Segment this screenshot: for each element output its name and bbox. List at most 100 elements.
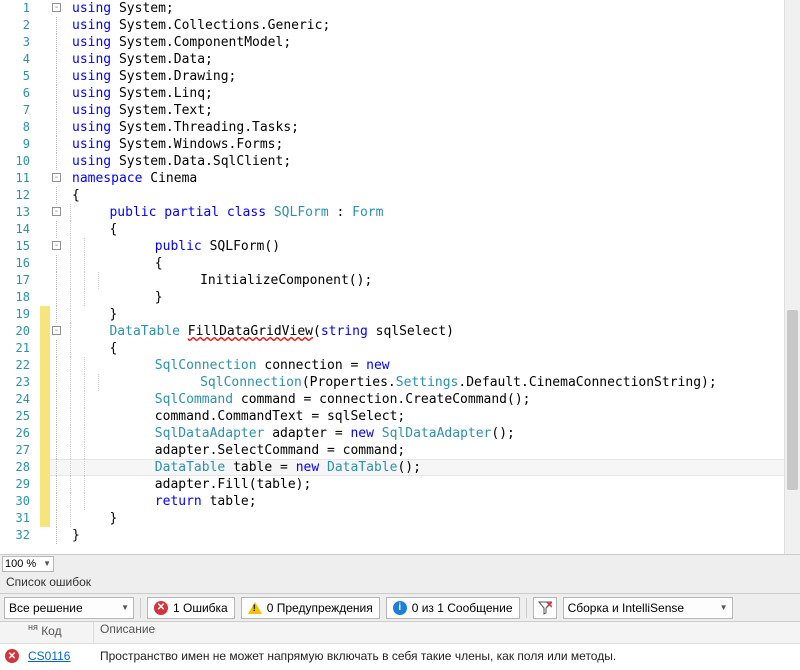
code-line[interactable]: 26 SqlDataAdapter adapter = new SqlDataA…: [0, 425, 800, 442]
code-text[interactable]: }: [84, 306, 800, 323]
code-line[interactable]: 1-using System;: [0, 0, 800, 17]
code-line[interactable]: 6using System.Linq;: [0, 85, 800, 102]
code-text[interactable]: namespace Cinema: [70, 170, 800, 187]
outline-gutter[interactable]: [50, 136, 70, 153]
header-code-col[interactable]: ня Код: [24, 622, 94, 643]
code-line[interactable]: 24 SqlCommand command = connection.Creat…: [0, 391, 800, 408]
error-list-body[interactable]: ✕CS0116Пространство имен не может напрям…: [0, 644, 800, 668]
outline-gutter[interactable]: [50, 51, 70, 68]
outline-gutter[interactable]: -: [50, 238, 70, 255]
outline-gutter[interactable]: [50, 408, 70, 425]
code-text[interactable]: {: [70, 187, 800, 204]
code-text[interactable]: command.CommandText = sqlSelect;: [98, 408, 800, 425]
outline-gutter[interactable]: [50, 119, 70, 136]
code-viewport[interactable]: 1-using System;2using System.Collections…: [0, 0, 800, 554]
outline-gutter[interactable]: [50, 459, 70, 476]
code-text[interactable]: public partial class SQLForm : Form: [84, 204, 800, 221]
filter-warnings-button[interactable]: 0 Предупреждения: [241, 597, 380, 619]
code-line[interactable]: 2using System.Collections.Generic;: [0, 17, 800, 34]
code-line[interactable]: 27 adapter.SelectCommand = command;: [0, 442, 800, 459]
outline-gutter[interactable]: [50, 17, 70, 34]
code-line[interactable]: 12{: [0, 187, 800, 204]
code-text[interactable]: InitializeComponent();: [112, 272, 800, 289]
outline-gutter[interactable]: [50, 85, 70, 102]
outline-gutter[interactable]: [50, 221, 70, 238]
code-text[interactable]: }: [70, 527, 800, 544]
code-line[interactable]: 31 }: [0, 510, 800, 527]
code-text[interactable]: using System;: [70, 0, 800, 17]
outline-gutter[interactable]: [50, 442, 70, 459]
outline-gutter[interactable]: [50, 187, 70, 204]
header-description-col[interactable]: Описание: [94, 622, 800, 643]
code-line[interactable]: 8using System.Threading.Tasks;: [0, 119, 800, 136]
code-line[interactable]: 15- public SQLForm(): [0, 238, 800, 255]
clear-filters-button[interactable]: [533, 597, 557, 619]
outline-gutter[interactable]: [50, 153, 70, 170]
code-line[interactable]: 14 {: [0, 221, 800, 238]
code-text[interactable]: using System.Linq;: [70, 85, 800, 102]
build-filter-dropdown[interactable]: Сборка и IntelliSense ▼: [563, 597, 733, 619]
code-text[interactable]: SqlConnection(Properties.Settings.Defaul…: [112, 374, 800, 391]
code-text[interactable]: return table;: [98, 493, 800, 510]
code-line[interactable]: 11-namespace Cinema: [0, 170, 800, 187]
code-editor[interactable]: 1-using System;2using System.Collections…: [0, 0, 800, 572]
scope-dropdown[interactable]: Все решение ▼: [4, 597, 134, 619]
code-text[interactable]: SqlConnection connection = new: [98, 357, 800, 374]
outline-gutter[interactable]: [50, 34, 70, 51]
code-line[interactable]: 20- DataTable FillDataGridView(string sq…: [0, 323, 800, 340]
code-line[interactable]: 21 {: [0, 340, 800, 357]
outline-gutter[interactable]: [50, 255, 70, 272]
code-text[interactable]: SqlCommand command = connection.CreateCo…: [98, 391, 800, 408]
outline-gutter[interactable]: -: [50, 170, 70, 187]
code-text[interactable]: DataTable FillDataGridView(string sqlSel…: [84, 323, 800, 340]
code-line[interactable]: 10using System.Data.SqlClient;: [0, 153, 800, 170]
code-line[interactable]: 7using System.Text;: [0, 102, 800, 119]
outline-gutter[interactable]: -: [50, 204, 70, 221]
code-line[interactable]: 17 InitializeComponent();: [0, 272, 800, 289]
code-text[interactable]: using System.ComponentModel;: [70, 34, 800, 51]
outline-gutter[interactable]: [50, 68, 70, 85]
outline-gutter[interactable]: [50, 391, 70, 408]
outline-gutter[interactable]: [50, 510, 70, 527]
outline-gutter[interactable]: [50, 476, 70, 493]
outline-gutter[interactable]: [50, 493, 70, 510]
fold-toggle[interactable]: -: [52, 207, 61, 216]
fold-toggle[interactable]: -: [52, 241, 61, 250]
code-text[interactable]: {: [84, 340, 800, 357]
vertical-scrollbar[interactable]: [784, 0, 800, 554]
zoom-dropdown[interactable]: 100 % ▼: [2, 556, 54, 572]
code-line[interactable]: 5using System.Drawing;: [0, 68, 800, 85]
code-line[interactable]: 19 }: [0, 306, 800, 323]
code-text[interactable]: public SQLForm(): [98, 238, 800, 255]
code-line[interactable]: 4using System.Data;: [0, 51, 800, 68]
code-line[interactable]: 30 return table;: [0, 493, 800, 510]
code-line[interactable]: 23 SqlConnection(Properties.Settings.Def…: [0, 374, 800, 391]
code-text[interactable]: adapter.SelectCommand = command;: [98, 442, 800, 459]
code-text[interactable]: using System.Threading.Tasks;: [70, 119, 800, 136]
outline-gutter[interactable]: [50, 357, 70, 374]
code-text[interactable]: }: [98, 289, 800, 306]
code-text[interactable]: {: [98, 255, 800, 272]
code-text[interactable]: using System.Text;: [70, 102, 800, 119]
code-line[interactable]: 29 adapter.Fill(table);: [0, 476, 800, 493]
code-text[interactable]: DataTable table = new DataTable();: [98, 459, 800, 476]
code-line[interactable]: 28 DataTable table = new DataTable();: [0, 459, 800, 476]
outline-gutter[interactable]: -: [50, 0, 70, 17]
code-text[interactable]: }: [84, 510, 800, 527]
outline-gutter[interactable]: [50, 374, 70, 391]
outline-gutter[interactable]: -: [50, 323, 70, 340]
code-line[interactable]: 13- public partial class SQLForm : Form: [0, 204, 800, 221]
outline-gutter[interactable]: [50, 306, 70, 323]
code-text[interactable]: using System.Windows.Forms;: [70, 136, 800, 153]
code-text[interactable]: using System.Data.SqlClient;: [70, 153, 800, 170]
code-text[interactable]: {: [84, 221, 800, 238]
fold-toggle[interactable]: -: [52, 173, 61, 182]
code-line[interactable]: 25 command.CommandText = sqlSelect;: [0, 408, 800, 425]
fold-toggle[interactable]: -: [52, 3, 61, 12]
code-text[interactable]: using System.Drawing;: [70, 68, 800, 85]
outline-gutter[interactable]: [50, 102, 70, 119]
fold-toggle[interactable]: -: [52, 326, 61, 335]
filter-errors-button[interactable]: ✕ 1 Ошибка: [147, 597, 235, 619]
code-text[interactable]: using System.Data;: [70, 51, 800, 68]
code-line[interactable]: 3using System.ComponentModel;: [0, 34, 800, 51]
